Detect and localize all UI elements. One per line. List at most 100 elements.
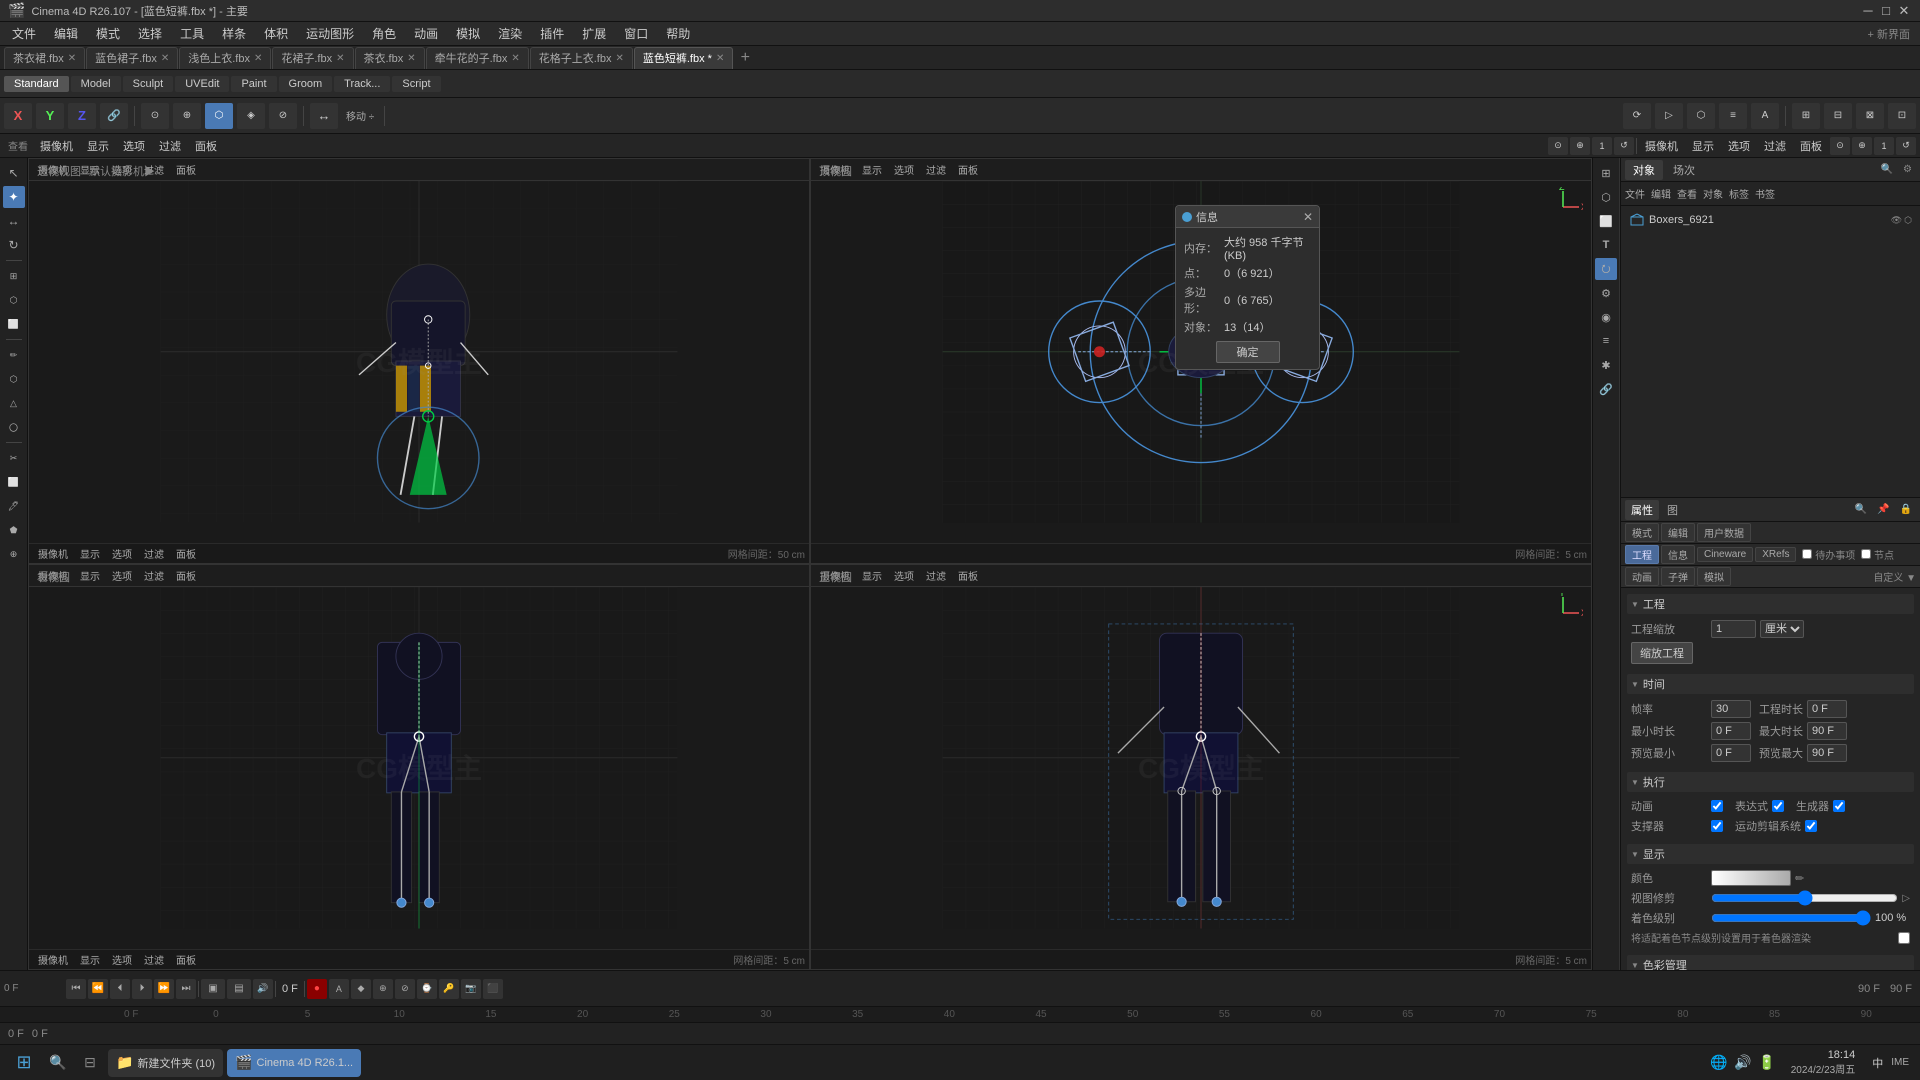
tab-0-close[interactable]: ✕: [68, 53, 76, 64]
om-tag[interactable]: 标签: [1729, 186, 1749, 201]
tab-4[interactable]: 茶衣.fbx✕: [355, 47, 425, 69]
ime-indicator[interactable]: IME: [1888, 1057, 1912, 1068]
sec-filt2[interactable]: 过滤: [1758, 137, 1792, 155]
om-bookmark[interactable]: 书签: [1755, 186, 1775, 201]
tl-key5[interactable]: ⌚: [417, 979, 437, 999]
toolbar-render4[interactable]: ≡: [1719, 103, 1747, 129]
toolbar-x-axis[interactable]: X: [4, 103, 32, 129]
vp1-filter[interactable]: 过滤: [139, 161, 169, 178]
props-info-tab[interactable]: 信息: [1661, 545, 1695, 564]
props-prevmax-input[interactable]: [1807, 744, 1847, 762]
vp2-display[interactable]: 显示: [857, 161, 887, 178]
minimize-button[interactable]: ─: [1860, 3, 1876, 19]
sec-cam2[interactable]: 摄像机: [1639, 137, 1684, 155]
ri-link[interactable]: 🔗: [1595, 378, 1617, 400]
volume-icon[interactable]: 🔊: [1733, 1053, 1753, 1073]
mode-script[interactable]: Script: [392, 76, 440, 92]
props-edit-tab[interactable]: 编辑: [1661, 523, 1695, 542]
scene-item-boxers[interactable]: Boxers_6921 👁 ⬡: [1625, 210, 1916, 230]
sec-btn6[interactable]: ⊕: [1852, 137, 1872, 155]
toolbar-btn-1[interactable]: ⊙: [141, 103, 169, 129]
lt-poly[interactable]: ⬡: [3, 368, 25, 390]
viewclip-slider[interactable]: [1711, 892, 1898, 904]
props-sim-tab[interactable]: 模拟: [1697, 567, 1731, 586]
tab-5-close[interactable]: ✕: [511, 53, 519, 64]
info-confirm-button[interactable]: 确定: [1216, 341, 1280, 363]
toolbar-layout4[interactable]: ⊡: [1888, 103, 1916, 129]
sec-btn7[interactable]: 1: [1874, 137, 1894, 155]
vp1-b-pan[interactable]: 面板: [171, 545, 201, 562]
vp4-panel[interactable]: 面板: [953, 567, 983, 584]
lt-extrude[interactable]: ⬟: [3, 519, 25, 541]
rp-tab-scene[interactable]: 场次: [1665, 160, 1703, 180]
props-anim-tab[interactable]: 动画: [1625, 567, 1659, 586]
lt-tri[interactable]: △: [3, 392, 25, 414]
mode-track[interactable]: Track...: [334, 76, 390, 92]
maximize-button[interactable]: □: [1878, 3, 1894, 19]
tl-key3[interactable]: ⊕: [373, 979, 393, 999]
ri-render[interactable]: ⭮: [1595, 258, 1617, 280]
vp3-camera[interactable]: 摄像机: [33, 567, 73, 584]
tl-first-frame[interactable]: ⏮: [66, 979, 86, 999]
expr-checkbox[interactable]: [1772, 800, 1784, 812]
sec-disp2[interactable]: 显示: [1686, 137, 1720, 155]
close-button[interactable]: ✕: [1896, 3, 1912, 19]
sec-opt2[interactable]: 选项: [1722, 137, 1756, 155]
tab-7-close[interactable]: ✕: [716, 53, 724, 64]
props-xrefs-tab[interactable]: XRefs: [1755, 547, 1796, 562]
toolbar-btn-4[interactable]: ◈: [237, 103, 265, 129]
vp2-filter[interactable]: 过滤: [921, 161, 951, 178]
lt-pen[interactable]: ✏: [3, 344, 25, 366]
props-time-header[interactable]: 时间: [1627, 674, 1914, 694]
tab-2-close[interactable]: ✕: [254, 53, 262, 64]
visibility-cam-icon[interactable]: 👁: [1891, 215, 1902, 226]
menu-mograph[interactable]: 运动图形: [298, 23, 362, 44]
sec-panel[interactable]: 面板: [189, 137, 223, 155]
tl-audio[interactable]: 🔊: [253, 979, 273, 999]
props-scale-input[interactable]: [1711, 620, 1756, 638]
visibility-render-icon[interactable]: ⬡: [1904, 215, 1912, 226]
ri-obj[interactable]: ⬜: [1595, 210, 1617, 232]
tl-play[interactable]: ⏵: [132, 979, 152, 999]
sec-option[interactable]: 选项: [117, 137, 151, 155]
lt-knife[interactable]: ✂: [3, 447, 25, 469]
props-colormanage-header[interactable]: 色彩管理: [1627, 955, 1914, 970]
tl-key4[interactable]: ⊘: [395, 979, 415, 999]
lt-add[interactable]: ⊕: [3, 543, 25, 565]
props-disp-header[interactable]: 显示: [1627, 844, 1914, 864]
add-tab-button[interactable]: +: [734, 47, 756, 69]
vp4-camera[interactable]: 摄像机: [815, 567, 855, 584]
sec-btn8[interactable]: ↺: [1896, 137, 1916, 155]
toolbar-render5[interactable]: A: [1751, 103, 1779, 129]
om-file[interactable]: 文件: [1625, 186, 1645, 201]
tab-7-active[interactable]: 蓝色短裤.fbx *✕: [634, 47, 733, 69]
lt-circle[interactable]: 〇: [3, 416, 25, 438]
menu-render[interactable]: 渲染: [490, 23, 530, 44]
lt-paint[interactable]: 🖊: [3, 495, 25, 517]
vp1-b-disp[interactable]: 显示: [75, 545, 105, 562]
node-settings-checkbox[interactable]: [1898, 932, 1910, 944]
vp1-display[interactable]: 显示: [75, 161, 105, 178]
props-tab-graph[interactable]: 图: [1661, 500, 1684, 520]
rp-search-icon[interactable]: 🔍: [1877, 164, 1897, 175]
ri-list[interactable]: ≡: [1595, 330, 1617, 352]
vp1-b-opt[interactable]: 选项: [107, 545, 137, 562]
menu-mode[interactable]: 模式: [88, 23, 128, 44]
vp3-panel[interactable]: 面板: [171, 567, 201, 584]
tl-last-frame[interactable]: ⏭: [176, 979, 196, 999]
tab-5[interactable]: 牵牛花的子.fbx✕: [426, 47, 529, 69]
toolbar-layout1[interactable]: ⊞: [1792, 103, 1820, 129]
tl-key2[interactable]: ◆: [351, 979, 371, 999]
battery-icon[interactable]: 🔋: [1757, 1053, 1777, 1073]
menu-plugins[interactable]: 插件: [532, 23, 572, 44]
lang-indicator[interactable]: 中: [1869, 1055, 1886, 1071]
info-close-btn[interactable]: ✕: [1303, 210, 1313, 224]
toolbar-layout3[interactable]: ⊠: [1856, 103, 1884, 129]
menu-edit[interactable]: 编辑: [46, 23, 86, 44]
tl-mode1[interactable]: ▣: [201, 979, 225, 999]
ri-scene[interactable]: ⊞: [1595, 162, 1617, 184]
tab-0[interactable]: 茶衣裙.fbx✕: [4, 47, 85, 69]
vp1-panel[interactable]: 面板: [171, 161, 201, 178]
mode-groom[interactable]: Groom: [279, 76, 333, 92]
vp2-panel[interactable]: 面板: [953, 161, 983, 178]
